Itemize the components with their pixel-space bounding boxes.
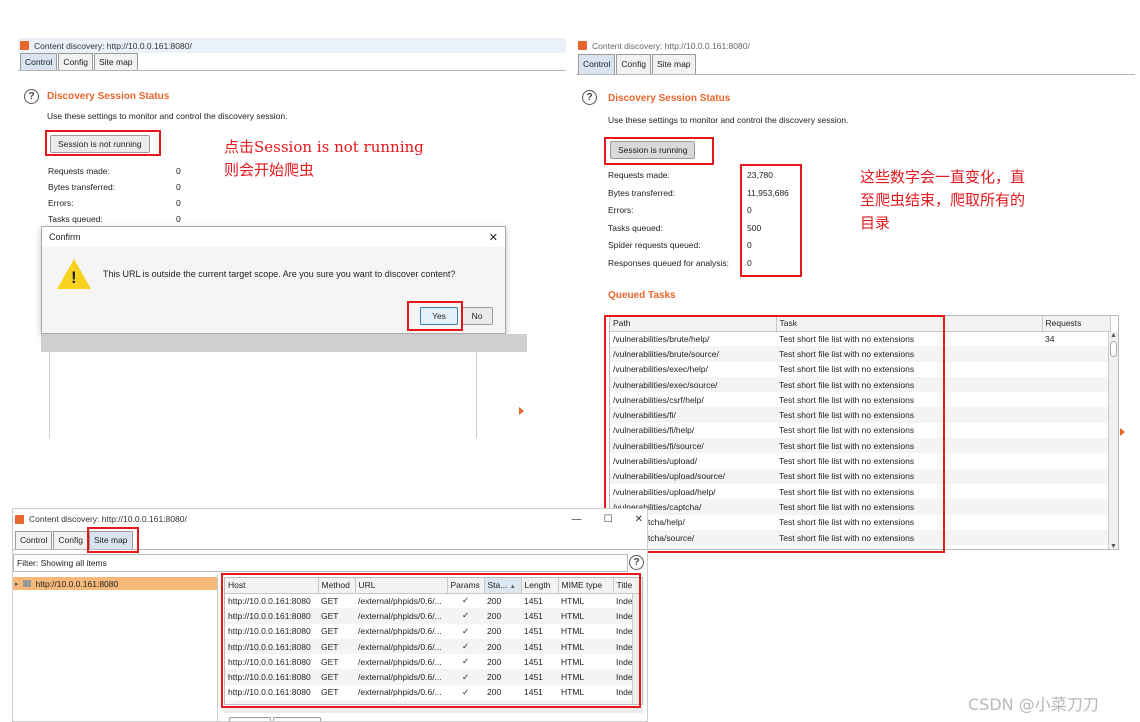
window-title: Content discovery: http://10.0.0.161:808…: [34, 40, 192, 51]
window-titlebar: Content discovery: http://10.0.0.161:808…: [18, 38, 566, 53]
response-tab-stub[interactable]: [273, 717, 321, 721]
stat-value: 0: [176, 166, 181, 176]
column-header-requests[interactable]: Requests: [1042, 316, 1111, 332]
tab-site-map[interactable]: Site map: [651, 54, 696, 74]
warning-icon: [57, 259, 91, 289]
scroll-down-icon[interactable]: ▼: [1109, 543, 1118, 549]
cell-requests: [1042, 468, 1110, 484]
scrollbar[interactable]: ▲ ▼: [1108, 332, 1118, 549]
stat-value: 0: [176, 214, 181, 224]
stat-label: Spider requests queued:: [608, 240, 701, 250]
annotation-box-session-button: [45, 130, 161, 156]
stat-label: Requests made:: [608, 170, 670, 180]
section-title: Discovery Session Status: [47, 91, 170, 102]
annotation-text-start: 点击Session is not running则会开始爬虫: [224, 138, 424, 179]
no-button[interactable]: No: [461, 307, 493, 325]
cell-requests: [1042, 423, 1110, 438]
stat-label: Requests made:: [48, 166, 110, 176]
close-icon[interactable]: ✕: [635, 514, 643, 525]
stat-label: Responses queued for analysis:: [608, 257, 729, 268]
window-titlebar: Content discovery: http://10.0.0.161:808…: [576, 38, 1135, 53]
section-title: Discovery Session Status: [608, 93, 731, 104]
annotation-box-site-map-table: [221, 573, 641, 708]
tab-bar: Control Config Site map: [18, 53, 566, 71]
help-icon[interactable]: ?: [582, 90, 597, 105]
cell-requests: 34: [1045, 333, 1055, 344]
cell-requests: [1042, 438, 1110, 454]
site-tree: ▸ http://10.0.0.161:8080: [13, 575, 218, 721]
stat-label: Bytes transferred:: [48, 182, 116, 192]
stats-labels: Requests made: Bytes transferred: Errors…: [608, 170, 729, 275]
window-title: Content discovery: http://10.0.0.161:808…: [29, 514, 187, 524]
dialog-titlebar: Confirm ✕: [42, 227, 505, 247]
cell-requests: [1042, 362, 1110, 377]
stat-label: Errors:: [48, 198, 74, 208]
annotation-text-numbers: 这些数字会一直变化，直至爬虫结束，爬取所有的目录: [860, 168, 1026, 232]
cell-requests: [1042, 529, 1110, 546]
burp-logo-icon: [578, 41, 587, 50]
filter-bar[interactable]: Filter: Showing all items: [13, 554, 628, 572]
tab-control[interactable]: Control: [578, 54, 616, 74]
stat-label: Bytes transferred:: [608, 187, 676, 198]
stat-label: Tasks queued:: [608, 222, 663, 233]
tree-item-label: http://10.0.0.161:8080: [35, 578, 119, 589]
maximize-icon[interactable]: ☐: [604, 514, 613, 525]
close-icon[interactable]: ✕: [489, 231, 498, 244]
cell-requests: [1042, 515, 1110, 530]
burp-logo-icon: [15, 514, 24, 524]
watermark: CSDN @小菜刀刀: [968, 695, 1099, 714]
burp-logo-icon: [20, 41, 29, 50]
stat-label: Errors:: [608, 205, 634, 215]
scroll-thumb[interactable]: [1110, 341, 1117, 357]
window-controls: — ☐ ✕: [572, 514, 643, 525]
tab-config[interactable]: Config: [616, 54, 651, 74]
stat-label: Tasks queued:: [48, 214, 103, 224]
annotation-box-stats-values: [740, 164, 802, 277]
tree-item-host[interactable]: ▸ http://10.0.0.161:8080: [13, 577, 217, 590]
collapse-arrow-icon[interactable]: [1120, 428, 1125, 436]
help-icon[interactable]: ?: [24, 89, 39, 104]
cell-requests: [1042, 376, 1110, 393]
section-description: Use these settings to monitor and contro…: [47, 111, 288, 121]
cell-requests: [1042, 453, 1110, 468]
request-tab-stub[interactable]: [229, 717, 271, 721]
tab-config[interactable]: Config: [58, 53, 93, 70]
annotation-box-yes-button: [407, 301, 463, 331]
annotation-box-site-map-tab: [87, 527, 139, 553]
cell-requests: [1042, 392, 1110, 407]
dialog-title: Confirm: [49, 232, 81, 242]
tab-site-map[interactable]: Site map: [93, 53, 138, 70]
stat-value: 0: [176, 182, 181, 192]
queued-tasks-area: [49, 338, 477, 438]
cell-requests: [1042, 499, 1110, 515]
cell-requests: [1042, 407, 1110, 423]
window-titlebar: Content discovery: http://10.0.0.161:808…: [13, 509, 647, 529]
help-icon[interactable]: ?: [629, 555, 644, 570]
expand-icon[interactable]: ▸: [15, 580, 19, 588]
collapse-arrow-icon[interactable]: [519, 407, 524, 415]
queued-tasks-title: Queued Tasks: [608, 290, 676, 301]
folder-icon: [22, 580, 31, 587]
window-title: Content discovery: http://10.0.0.161:808…: [592, 40, 750, 51]
dialog-message: This URL is outside the current target s…: [103, 269, 456, 279]
annotation-box-queued-table: [604, 315, 945, 553]
scroll-up-icon[interactable]: ▲: [1109, 332, 1118, 339]
minimize-icon[interactable]: —: [572, 514, 582, 525]
tab-control[interactable]: Control: [15, 531, 53, 549]
tab-control[interactable]: Control: [20, 53, 58, 70]
stat-value: 0: [176, 198, 181, 208]
cell-requests: [1042, 346, 1110, 362]
tab-config[interactable]: Config: [53, 531, 88, 549]
stats-list: Requests made: 0 Bytes transferred: 0 Erro…: [48, 163, 188, 227]
section-description: Use these settings to monitor and contro…: [608, 115, 849, 125]
dialog-backdrop-strip: [41, 334, 527, 352]
tab-bar: Control Config Site map: [576, 53, 1135, 75]
cell-requests: [1042, 484, 1110, 499]
annotation-box-running-button: [604, 137, 714, 165]
